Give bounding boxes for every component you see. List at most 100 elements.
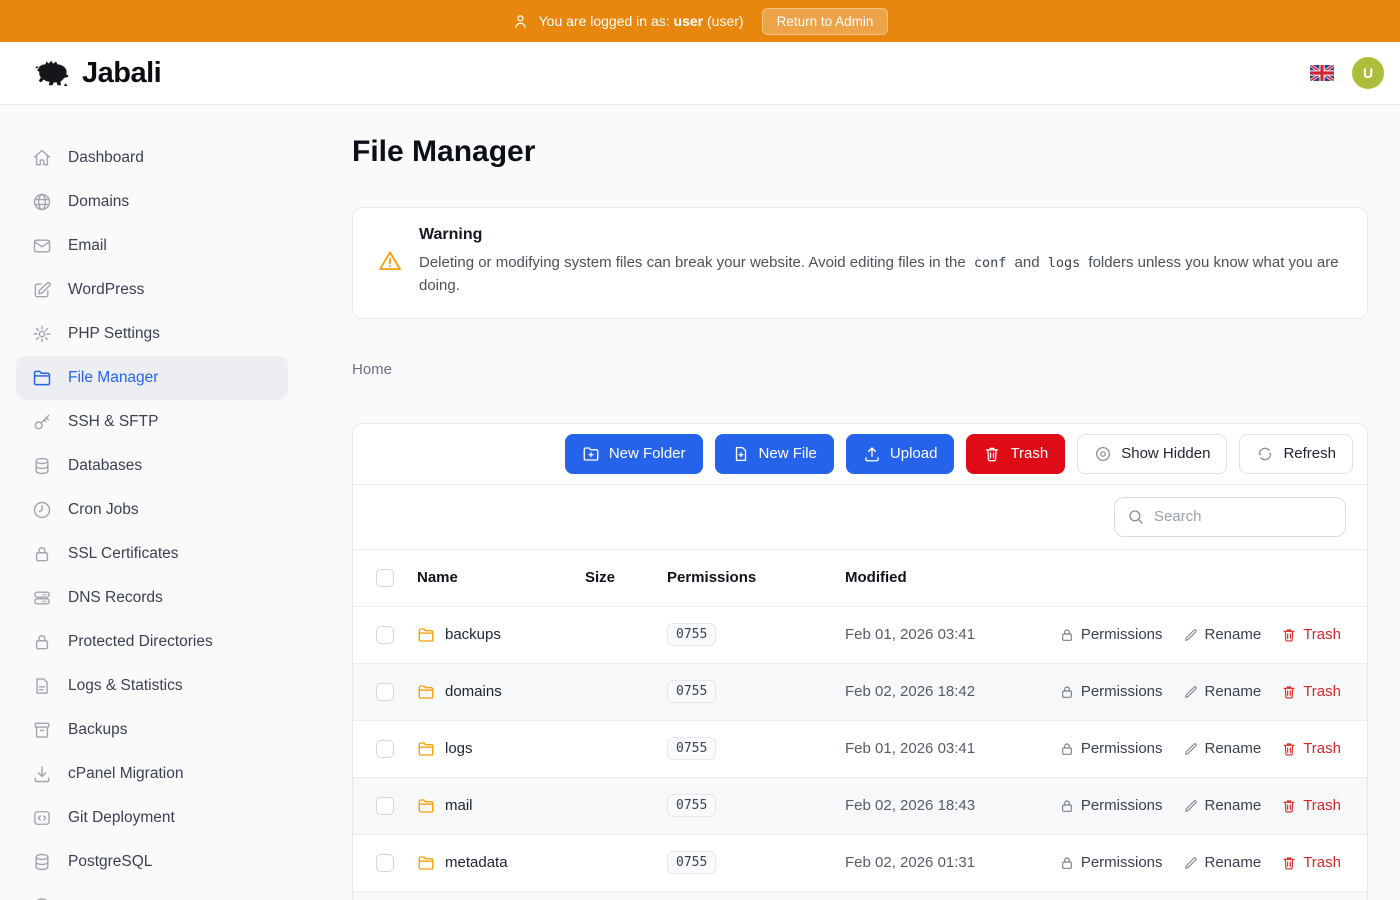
user-avatar[interactable]: U [1352, 57, 1384, 89]
folder-icon [32, 368, 52, 388]
login-prefix: You are logged in as: [539, 13, 670, 29]
uk-flag-icon[interactable] [1310, 65, 1334, 81]
search-input[interactable] [1154, 508, 1333, 525]
sidebar-item-protected-directories[interactable]: Protected Directories [16, 620, 288, 664]
toolbar: New Folder New File Upload Trash Show Hi… [353, 424, 1367, 485]
rename-action[interactable]: Rename [1183, 854, 1262, 871]
sidebar-item-file-manager[interactable]: File Manager [16, 356, 288, 400]
permissions-action[interactable]: Permissions [1059, 683, 1163, 700]
rename-action[interactable]: Rename [1183, 683, 1262, 700]
sidebar-item-label: Databases [68, 457, 142, 475]
code-token: conf [970, 255, 1011, 271]
new-file-button[interactable]: New File [715, 434, 834, 474]
file-name[interactable]: domains [445, 683, 502, 700]
sidebar-item-label: Backups [68, 721, 127, 739]
lock-icon [32, 544, 52, 564]
pencil-icon [1183, 741, 1199, 757]
sidebar-item-backups[interactable]: Backups [16, 708, 288, 752]
trash-action[interactable]: Trash [1281, 626, 1341, 643]
folder-icon [417, 683, 435, 701]
sidebar-item-domains[interactable]: Domains [16, 180, 288, 224]
file-name[interactable]: logs [445, 740, 473, 757]
circle-icon [32, 896, 52, 900]
file-name[interactable]: mail [445, 797, 473, 814]
mail-icon [32, 236, 52, 256]
trash-button[interactable]: Trash [966, 434, 1065, 474]
gear-icon [32, 324, 52, 344]
sidebar-item-label: Git Deployment [68, 809, 175, 827]
trash-action[interactable]: Trash [1281, 797, 1341, 814]
permissions-action[interactable]: Permissions [1059, 854, 1163, 871]
lock-icon [1059, 855, 1075, 871]
app-header: Jabali U [0, 42, 1400, 105]
sidebar-item-wordpress[interactable]: WordPress [16, 268, 288, 312]
code-icon [32, 808, 52, 828]
pencil-square-icon [32, 280, 52, 300]
sidebar-item-label: Protected Directories [68, 633, 213, 651]
row-checkbox[interactable] [376, 854, 394, 872]
table-row: metadata 0755 Feb 02, 2026 01:31 Permiss… [353, 835, 1367, 892]
show-hidden-button[interactable]: Show Hidden [1077, 434, 1227, 474]
sidebar-item-databases[interactable]: Databases [16, 444, 288, 488]
sidebar-item-label: Domains [68, 193, 129, 211]
boar-logo-icon [28, 55, 74, 91]
select-all-checkbox[interactable] [376, 569, 394, 587]
row-checkbox[interactable] [376, 626, 394, 644]
refresh-icon [1256, 445, 1274, 463]
file-name[interactable]: metadata [445, 854, 508, 871]
sidebar-item-ssh-sftp[interactable]: SSH & SFTP [16, 400, 288, 444]
trash-action[interactable]: Trash [1281, 854, 1341, 871]
rename-action[interactable]: Rename [1183, 740, 1262, 757]
sidebar-item-ssl-certificates[interactable]: SSL Certificates [16, 532, 288, 576]
permissions-action[interactable]: Permissions [1059, 740, 1163, 757]
file-name[interactable]: backups [445, 626, 501, 643]
brand[interactable]: Jabali [28, 55, 161, 91]
permissions-badge: 0755 [667, 737, 716, 760]
trash-action[interactable]: Trash [1281, 740, 1341, 757]
table-row: logs 0755 Feb 01, 2026 03:41 Permissions… [353, 721, 1367, 778]
sidebar-item-dashboard[interactable]: Dashboard [16, 136, 288, 180]
search-box [1114, 497, 1346, 537]
table-row: domains 0755 Feb 02, 2026 18:42 Permissi… [353, 664, 1367, 721]
sidebar-item-git-deployment[interactable]: Git Deployment [16, 796, 288, 840]
row-checkbox[interactable] [376, 797, 394, 815]
return-to-admin-button[interactable]: Return to Admin [762, 8, 889, 35]
upload-button[interactable]: Upload [846, 434, 955, 474]
table-row: mail 0755 Feb 02, 2026 18:43 Permissions… [353, 778, 1367, 835]
permissions-badge: 0755 [667, 851, 716, 874]
sidebar-item-cpanel-migration[interactable]: cPanel Migration [16, 752, 288, 796]
sidebar-item-email[interactable]: Email [16, 224, 288, 268]
row-checkbox[interactable] [376, 683, 394, 701]
permissions-action[interactable]: Permissions [1059, 626, 1163, 643]
sidebar-item-label: DNS Records [68, 589, 163, 607]
pencil-icon [1183, 855, 1199, 871]
sidebar-item-partial[interactable] [16, 884, 288, 900]
rename-action[interactable]: Rename [1183, 626, 1262, 643]
sidebar-item-dns-records[interactable]: DNS Records [16, 576, 288, 620]
sidebar-item-label: Dashboard [68, 149, 144, 167]
trash-icon [1281, 684, 1297, 700]
trash-action[interactable]: Trash [1281, 683, 1341, 700]
search-row [353, 485, 1367, 550]
sidebar-item-php-settings[interactable]: PHP Settings [16, 312, 288, 356]
modified-date: Feb 02, 2026 18:43 [845, 797, 1059, 814]
modified-date: Feb 01, 2026 03:41 [845, 740, 1059, 757]
sidebar-item-cron-jobs[interactable]: Cron Jobs [16, 488, 288, 532]
trash-icon [1281, 798, 1297, 814]
trash-icon [1281, 855, 1297, 871]
sidebar-item-logs-statistics[interactable]: Logs & Statistics [16, 664, 288, 708]
search-icon [1127, 508, 1145, 526]
logged-in-as: You are logged in as: user (user) [512, 13, 744, 30]
brand-name: Jabali [82, 57, 161, 90]
permissions-action[interactable]: Permissions [1059, 797, 1163, 814]
rename-action[interactable]: Rename [1183, 797, 1262, 814]
column-header-name: Name [417, 569, 585, 586]
upload-icon [863, 445, 881, 463]
new-folder-button[interactable]: New Folder [565, 434, 703, 474]
sidebar-item-postgresql[interactable]: PostgreSQL [16, 840, 288, 884]
globe-icon [32, 192, 52, 212]
row-checkbox[interactable] [376, 740, 394, 758]
refresh-button[interactable]: Refresh [1239, 434, 1353, 474]
breadcrumb-home[interactable]: Home [352, 361, 392, 378]
sidebar-item-label: cPanel Migration [68, 765, 183, 783]
